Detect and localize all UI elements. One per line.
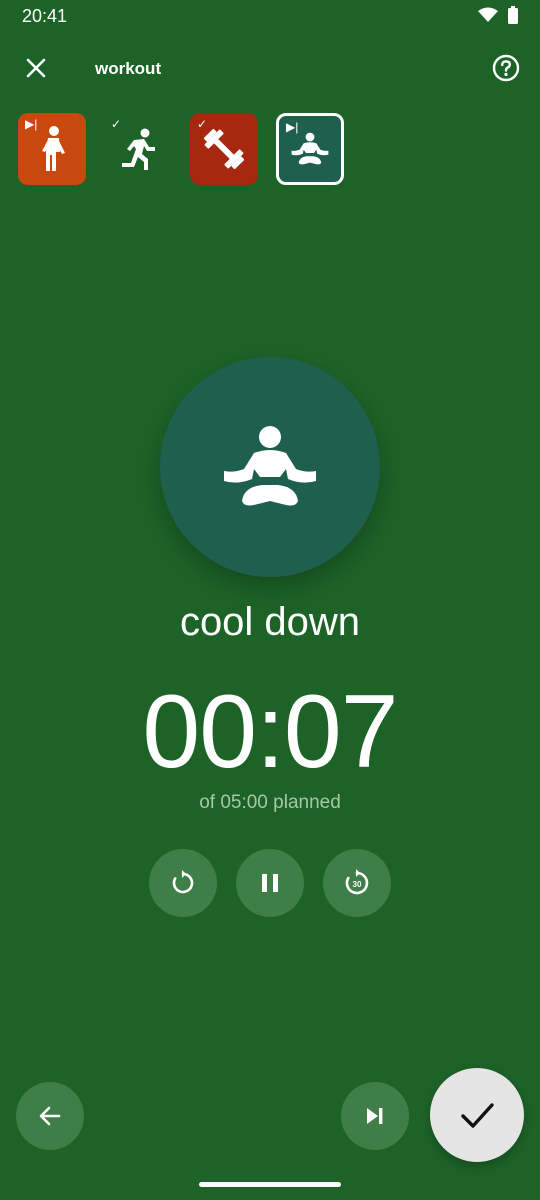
step-cool-down[interactable]: ▶| — [276, 113, 344, 185]
meditation-icon — [224, 426, 316, 506]
dumbbell-icon — [203, 128, 245, 170]
arrow-back-icon — [39, 1106, 61, 1126]
back-button[interactable] — [16, 1082, 84, 1150]
replay-30-icon: 30 — [345, 869, 369, 895]
help-icon — [492, 54, 520, 82]
run-icon — [122, 128, 155, 170]
done-marker: ✓ — [197, 117, 208, 131]
restart-button[interactable] — [149, 849, 217, 917]
status-bar: 20:41 — [0, 0, 540, 34]
app-bar: workout — [0, 44, 540, 94]
done-marker: ✓ — [111, 117, 122, 131]
step-strength[interactable]: ✓ — [190, 113, 258, 185]
step-walk[interactable]: ▶| — [18, 113, 86, 185]
step-run[interactable]: ✓ — [104, 113, 172, 185]
elapsed-timer: 00:07 — [142, 674, 398, 790]
skipped-marker: ▶| — [286, 120, 299, 134]
pause-icon — [262, 874, 278, 892]
timer-controls: 30 — [149, 849, 391, 917]
close-button[interactable] — [16, 48, 56, 88]
walk-icon — [42, 126, 65, 171]
status-icons — [478, 6, 518, 29]
planned-duration: of 05:00 planned — [199, 792, 341, 813]
skipped-marker: ▶| — [25, 117, 38, 131]
skip-next-button[interactable] — [341, 1082, 409, 1150]
meditation-icon — [291, 132, 329, 165]
finish-button[interactable] — [430, 1068, 524, 1162]
page-title: workout — [95, 59, 162, 78]
skip-next-icon — [367, 1108, 383, 1124]
home-indicator[interactable] — [199, 1182, 341, 1187]
replay-30-button[interactable]: 30 — [323, 849, 391, 917]
pause-button[interactable] — [236, 849, 304, 917]
battery-icon — [508, 6, 518, 29]
close-icon — [26, 58, 46, 78]
activity-icon-circle — [160, 357, 380, 577]
status-time: 20:41 — [22, 6, 68, 26]
workout-steps: ▶| ✓ ✓ ▶| — [18, 113, 344, 187]
restart-icon — [172, 870, 194, 894]
check-icon — [461, 1103, 494, 1128]
activity-name: cool down — [179, 600, 361, 644]
wifi-icon — [478, 7, 498, 28]
help-button[interactable] — [486, 48, 526, 88]
replay-30-label: 30 — [353, 880, 362, 889]
